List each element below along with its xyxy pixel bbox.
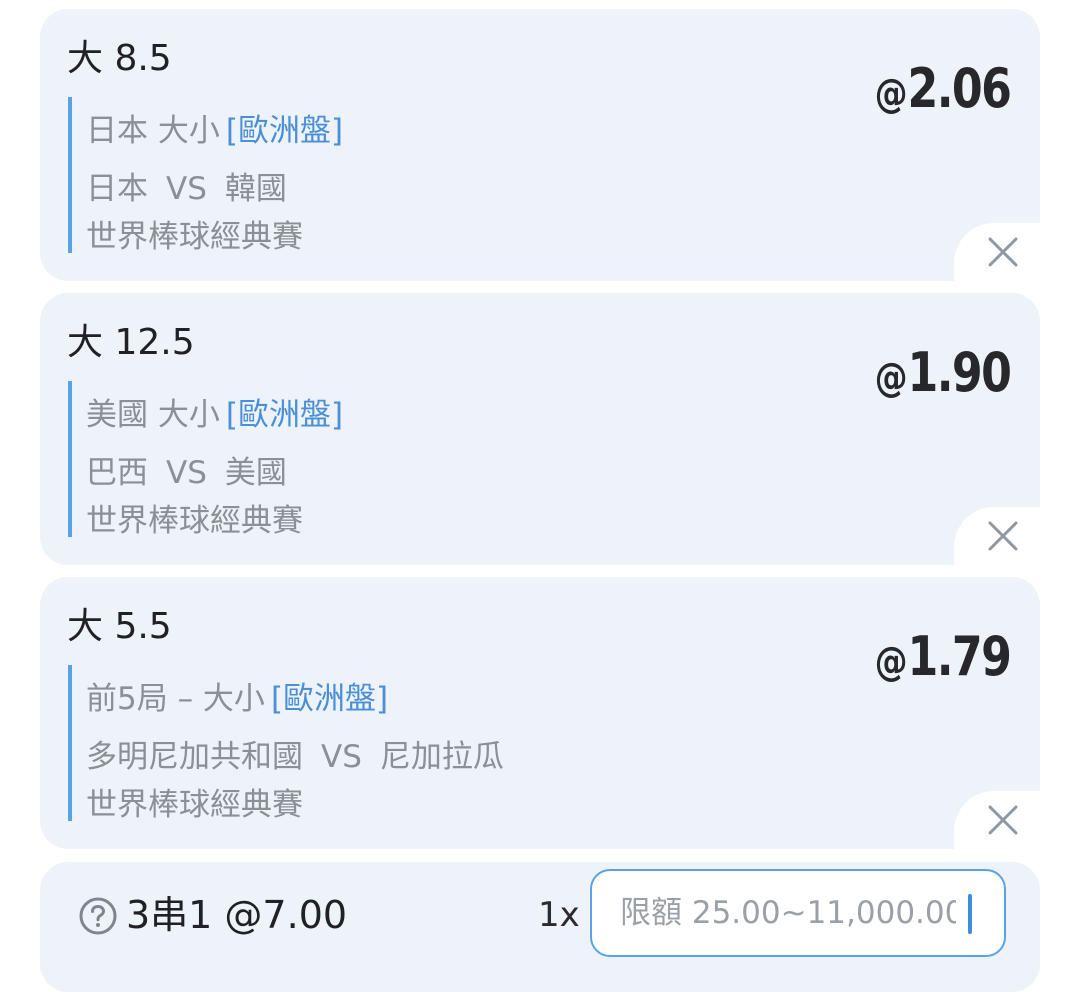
match-line: 多明尼加共和國 VS 尼加拉瓜	[86, 731, 504, 776]
league-name: 世界棒球經典賽	[86, 503, 303, 539]
away-team: 尼加拉瓜	[379, 739, 504, 775]
help-button[interactable]	[78, 896, 118, 936]
market-line: 美國 大小 [歐洲盤]	[86, 389, 343, 434]
bet-card: 大 12.5 @1.90 美國 大小 [歐洲盤] 巴西 VS 美國 世界棒球經典賽	[40, 293, 1040, 565]
odds-value: 1.90	[907, 341, 1011, 404]
remove-bet-button[interactable]	[982, 515, 1024, 557]
bet-odds: @1.90	[874, 341, 1012, 410]
away-team: 美國	[224, 455, 287, 491]
league-name: 世界棒球經典賽	[86, 787, 303, 823]
vs-label: VS	[166, 455, 207, 491]
bet-odds: @2.06	[874, 57, 1012, 126]
vs-label: VS	[166, 171, 207, 207]
odds-at-sign: @	[874, 71, 908, 117]
odds-at-sign: @	[874, 639, 908, 685]
help-circle-icon	[79, 897, 117, 935]
match-line: 巴西 VS 美國	[86, 447, 287, 492]
odds-at-sign: @	[874, 355, 908, 401]
remove-bet-button[interactable]	[982, 231, 1024, 273]
home-team: 日本	[86, 171, 148, 207]
bet-selection: 大 5.5	[67, 606, 172, 647]
home-team: 多明尼加共和國	[86, 739, 303, 775]
away-team: 韓國	[224, 171, 287, 207]
text-cursor	[968, 894, 972, 934]
bet-details: 美國 大小 [歐洲盤] 巴西 VS 美國 世界棒球經典賽	[68, 381, 343, 539]
parlay-footer: 3串1 @7.00 1x	[40, 862, 1040, 992]
close-icon	[988, 237, 1018, 267]
market-tag: [歐洲盤]	[225, 397, 344, 433]
bet-details: 日本 大小 [歐洲盤] 日本 VS 韓國 世界棒球經典賽	[68, 97, 343, 255]
market-line: 前5局 – 大小 [歐洲盤]	[86, 673, 388, 718]
home-team: 巴西	[86, 455, 148, 491]
market-name: 日本 大小	[86, 113, 220, 149]
market-name: 美國 大小	[86, 397, 220, 433]
parlay-combo-label: 3串1 @7.00	[126, 893, 348, 937]
bet-selection: 大 8.5	[67, 38, 172, 79]
bet-card: 大 5.5 @1.79 前5局 – 大小 [歐洲盤] 多明尼加共和國 VS 尼加拉瓜 …	[40, 577, 1040, 849]
market-line: 日本 大小 [歐洲盤]	[86, 105, 343, 150]
bet-odds: @1.79	[874, 625, 1012, 694]
odds-value: 2.06	[907, 57, 1011, 120]
bet-details: 前5局 – 大小 [歐洲盤] 多明尼加共和國 VS 尼加拉瓜 世界棒球經典賽	[68, 665, 504, 823]
close-icon	[988, 521, 1018, 551]
market-tag: [歐洲盤]	[270, 681, 389, 717]
market-name: 前5局 – 大小	[86, 681, 265, 717]
bet-card: 大 8.5 @2.06 日本 大小 [歐洲盤] 日本 VS 韓國 世界棒球經典賽	[40, 9, 1040, 281]
stake-multiplier: 1x	[538, 895, 580, 935]
league-name: 世界棒球經典賽	[86, 219, 303, 255]
stake-input[interactable]	[590, 869, 1006, 957]
market-tag: [歐洲盤]	[225, 113, 344, 149]
match-line: 日本 VS 韓國	[86, 163, 287, 208]
odds-value: 1.79	[907, 625, 1011, 688]
bet-selection: 大 12.5	[67, 322, 195, 363]
close-icon	[988, 805, 1018, 835]
remove-bet-button[interactable]	[982, 799, 1024, 841]
vs-label: VS	[321, 739, 362, 775]
